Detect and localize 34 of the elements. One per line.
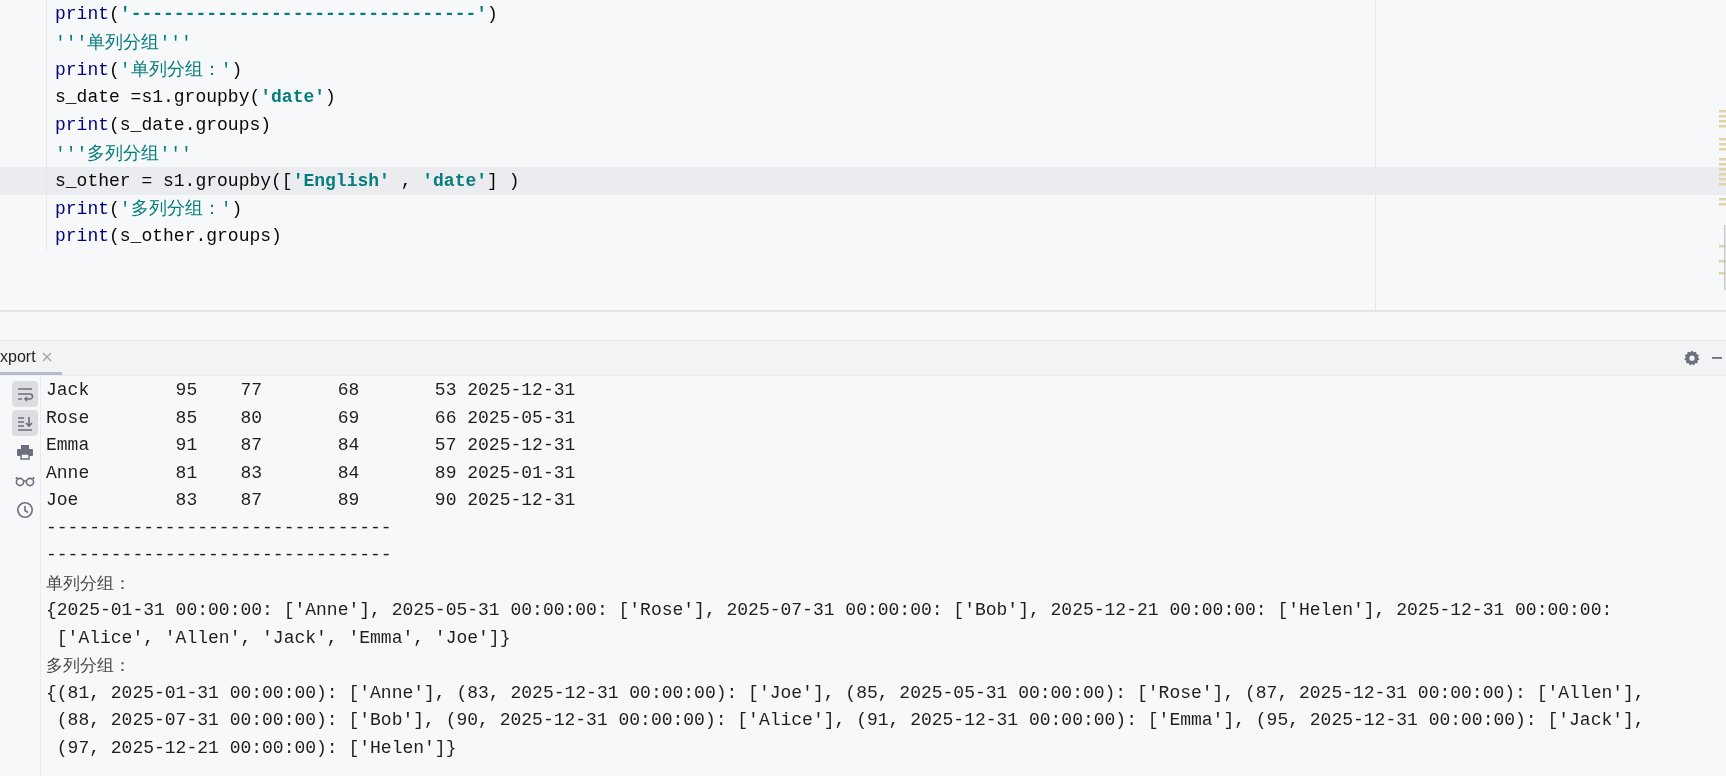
code-line: print('--------------------------------') [54, 3, 498, 24]
code-line: print('单列分组：') [54, 59, 243, 82]
close-icon[interactable] [41, 351, 52, 362]
scroll-to-end-icon [16, 415, 34, 431]
toolbar-button[interactable] [12, 410, 38, 436]
output-line: Jack 95 77 68 53 2025-12-31 [46, 379, 576, 402]
code-line: print(s_other.groups) [54, 226, 282, 247]
code-line: print('多列分组：') [54, 198, 243, 221]
settings-icon[interactable] [1684, 350, 1700, 366]
output-line: (97, 2025-12-21 00:00:00): ['Helen']} [55, 736, 457, 760]
soft-wrap-icon [16, 386, 34, 402]
glasses-icon [15, 475, 35, 487]
output-line: {(81, 2025-01-31 00:00:00): ['Anne'], (83, 2025-12-31 00:00:00): ['Joe'], (85, 2025-05-31 00:00:00): ['Rose'], (87, 2025-12-31 00:00:00): ['Allen'], [46, 681, 1645, 705]
output-label: 单列分组： [46, 572, 131, 595]
output-line: -------------------------------- [46, 544, 392, 567]
code-line: s_other = s1.groupby(['English' , 'date'] ) [54, 170, 520, 191]
minimize-icon[interactable] [1712, 356, 1722, 360]
code-line: print(s_date.groups) [54, 115, 272, 136]
output-line: Emma 91 87 84 57 2025-12-31 [46, 434, 576, 457]
output-line: ['Alice', 'Allen', 'Jack', 'Emma', 'Joe']} [55, 626, 511, 650]
code-line: '''多列分组''' [54, 142, 192, 165]
output-line: -------------------------------- [46, 516, 392, 540]
output-line: Joe 83 87 89 90 2025-12-31 [46, 489, 576, 512]
output-label: 多列分组： [46, 655, 131, 677]
console-tab[interactable]: xport [0, 341, 62, 375]
output-line: Rose 85 80 69 66 2025-05-31 [46, 406, 576, 430]
output-line: (88, 2025-07-31 00:00:00): ['Bob'], (90, 2025-12-31 00:00:00): ['Alice'], (91, 2025-12-31 00:00:00): ['Emma'], (95, 2025-12-31 00:00:00): ['Jack'], [55, 709, 1645, 732]
code-line: s_date =s1.groupby('date') [54, 87, 336, 108]
clock-icon [16, 501, 34, 519]
output-line: Anne 81 83 84 89 2025-01-31 [46, 461, 576, 485]
output-line: {2025-01-31 00:00:00: ['Anne'], 2025-05-31 00:00:00: ['Rose'], 2025-07-31 00:00:00: ['Bob'], 2025-12-21 00:00:00: ['Helen'], 2025-12-31 00:00:00: [46, 599, 1613, 622]
code-line: '''单列分组''' [54, 31, 192, 54]
toolbar-button[interactable] [12, 381, 38, 407]
printer-icon [16, 444, 34, 460]
